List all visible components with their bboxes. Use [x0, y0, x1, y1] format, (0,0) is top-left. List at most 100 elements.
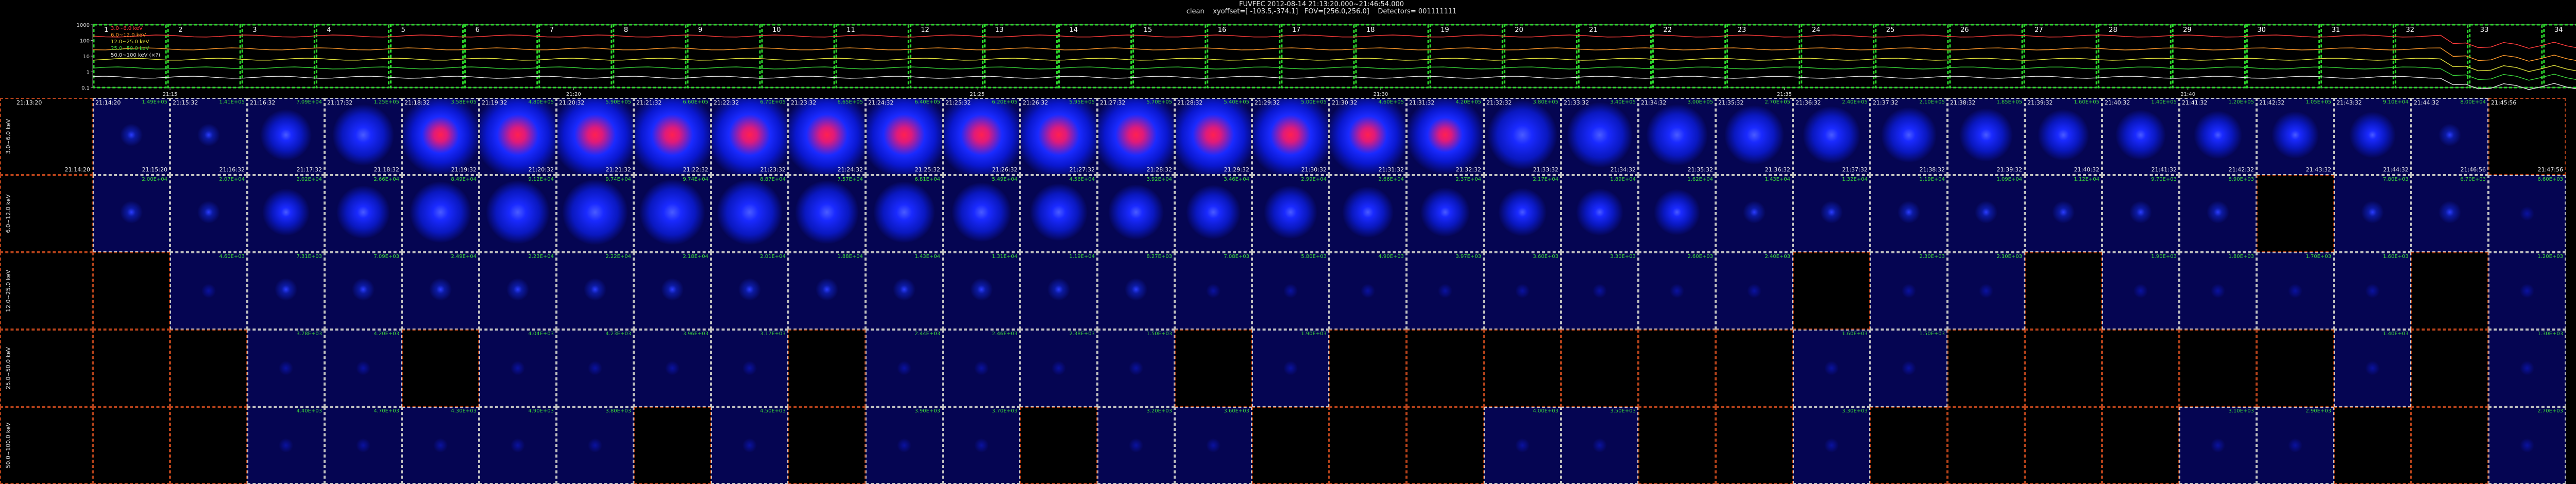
interval-end-time: 21:18:32 [374, 166, 399, 173]
lightcurve-ytick-label: 1 [87, 70, 90, 76]
interval-start-time: 21:35:32 [1718, 99, 1744, 106]
peak-flux-label: 2.23E+04 [528, 254, 554, 260]
source-image [326, 99, 401, 174]
image-panel: 2.00E+04 [93, 175, 170, 252]
peak-flux-label: 5.80E+03 [1301, 254, 1327, 260]
lightcurve-interval-label: 17 [1292, 26, 1301, 34]
peak-flux-label: 3.90E+03 [914, 408, 940, 414]
source-image [1948, 253, 2024, 329]
peak-flux-label: 4.60E+05 [1378, 99, 1404, 105]
lightcurve-xtick-label: 21:30 [1374, 92, 1388, 97]
source-image [248, 176, 324, 251]
image-panel: 2.44E+03 [866, 330, 943, 407]
image-panel: 3.50E+03 [1561, 407, 1638, 484]
image-panel: 5.70E+05 21:27:32 21:28:32 [1097, 98, 1175, 175]
image-panel [2334, 407, 2411, 484]
source-image [94, 99, 169, 174]
image-panel: 1.40E+03 [2334, 330, 2411, 407]
peak-flux-label: 7.09E+04 [296, 99, 322, 105]
image-panel: 6.65E+05 21:23:32 21:24:32 [788, 98, 866, 175]
peak-flux-label: 1.32E+04 [1842, 177, 1868, 182]
image-panel: 1.50E+03 [1870, 330, 1947, 407]
source-image [712, 253, 787, 329]
interval-start-time: 21:26:32 [1023, 99, 1048, 106]
image-panel [1561, 330, 1638, 407]
peak-flux-label: 2.66E+04 [1378, 177, 1404, 182]
lightcurve-interval-label: 11 [846, 26, 855, 34]
interval-end-time: 21:19:32 [451, 166, 477, 173]
peak-flux-label: 3.92E+04 [1146, 177, 1172, 182]
source-image [789, 176, 865, 251]
image-panel: 9.70E+03 [2102, 175, 2179, 252]
lightcurve-interval-label: 25 [1886, 26, 1895, 34]
image-panel: 1.20E+05 21:41:32 21:42:32 [2179, 98, 2257, 175]
interval-start-time: 21:23:32 [791, 99, 817, 106]
interval-end-time: 21:39:32 [1996, 166, 2022, 173]
source-image [2180, 408, 2256, 483]
peak-flux-label: 7.80E+03 [2383, 177, 2409, 182]
peak-flux-label: 2.18E+04 [683, 254, 708, 260]
source-image [1408, 253, 1483, 329]
image-panel: 3.97E+03 [1406, 252, 1484, 330]
source-image [1717, 176, 1792, 251]
image-panel: 5.40E+05 21:28:32 21:29:32 [1175, 98, 1252, 175]
peak-flux-label: 4.50E+03 [760, 408, 786, 414]
interval-start-time: 21:42:32 [2259, 99, 2285, 106]
peak-flux-label: 3.17E+03 [760, 331, 786, 337]
band-label-cell: 25.0~50.0 keV [0, 330, 93, 407]
interval-end-time: 21:46:56 [2460, 166, 2486, 173]
image-panel: 1.60E+03 [1793, 330, 1870, 407]
image-panel: 2.99E+04 [1252, 175, 1329, 252]
source-image [1176, 99, 1251, 174]
lightcurve-interval-label: 26 [1960, 26, 1969, 34]
source-image [2180, 99, 2256, 174]
source-image [1098, 253, 1174, 329]
source-image [326, 408, 401, 483]
lightcurve-interval-label: 28 [2109, 26, 2117, 34]
peak-flux-label: 1.12E+04 [2074, 177, 2099, 182]
interval-end-time: 21:32:32 [1455, 166, 1481, 173]
peak-flux-label: 1.41E+05 [219, 99, 245, 105]
peak-flux-label: 7.57E+04 [837, 177, 863, 182]
image-panel: 3.78E+03 [247, 330, 325, 407]
source-image [867, 331, 942, 406]
source-image [867, 408, 942, 483]
lightcurve-interval-label: 21 [1589, 26, 1598, 34]
interval-end-time: 21:42:32 [2228, 166, 2254, 173]
peak-flux-label: 1.85E+05 [1996, 99, 2022, 105]
image-panel: 3.00E+05 21:34:32 21:35:32 [1638, 98, 1716, 175]
image-panel: 2.02E+04 [247, 175, 325, 252]
source-image [944, 253, 1019, 329]
interval-start-time: 21:32:32 [1486, 99, 1512, 106]
lightcurve-interval-label: 15 [1144, 26, 1153, 34]
image-panel: 1.40E+05 21:40:32 21:41:32 [2102, 98, 2179, 175]
interval-start-time: 21:21:32 [636, 99, 662, 106]
source-image [557, 253, 633, 329]
peak-flux-label: 2.38E+03 [1069, 331, 1095, 337]
source-image [2335, 253, 2410, 329]
source-image [867, 99, 942, 174]
source-image [1871, 253, 1946, 329]
legend-item: 50.0~100 keV (×?) [111, 53, 161, 58]
source-image [1253, 331, 1328, 406]
peak-flux-label: 2.49E+04 [451, 254, 477, 260]
peak-flux-label: 3.10E+03 [2228, 408, 2254, 414]
image-panel: 2.40E+03 [1716, 252, 1793, 330]
source-image [1639, 253, 1715, 329]
source-image [1794, 176, 1869, 251]
image-panel: 2.10E+05 21:37:32 21:38:32 [1870, 98, 1947, 175]
image-panel [1870, 407, 1947, 484]
peak-flux-label: 3.30E+03 [1610, 254, 1636, 260]
image-panel: 1.32E+04 [1793, 175, 1870, 252]
peak-flux-label: 4.04E+03 [528, 331, 554, 337]
source-image [1021, 99, 1096, 174]
image-panel: 5.00E+05 21:29:32 21:30:32 [1252, 98, 1329, 175]
lightcurve-interval-label: 22 [1663, 26, 1672, 34]
source-image [248, 331, 324, 406]
interval-start-time: 21:29:32 [1255, 99, 1280, 106]
image-panel: 6.70E+03 [2411, 175, 2488, 252]
peak-flux-label: 3.46E+04 [1224, 177, 1249, 182]
image-panel: 2.60E+03 [1638, 252, 1716, 330]
peak-flux-label: 4.60E+03 [219, 254, 245, 260]
source-image [1794, 99, 1869, 174]
